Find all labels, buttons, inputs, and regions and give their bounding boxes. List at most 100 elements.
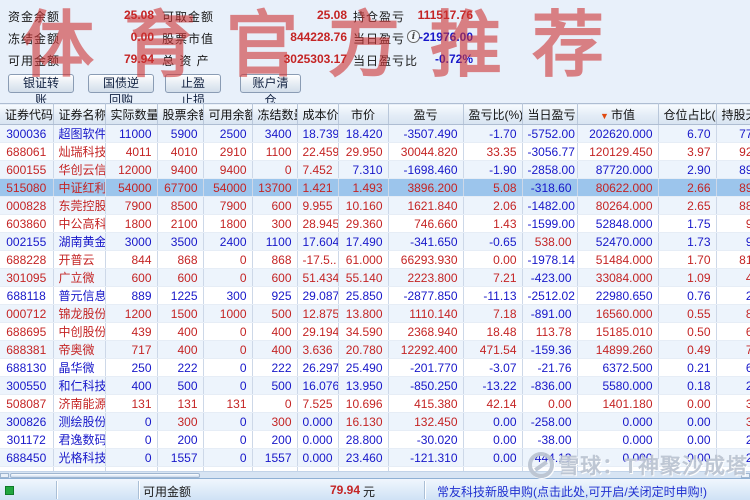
cell-冻结数量: 400 — [252, 340, 298, 359]
cell-实际数量: 600 — [105, 268, 158, 287]
table-row[interactable]: 000712 锦龙股份 1200 1500 1000 500 12.875 13.800 111… — [0, 304, 750, 323]
cell-实际数量: 250 — [105, 358, 158, 377]
cell-盈亏: 66293.930 — [388, 250, 464, 269]
cell-持股天数: 4 — [716, 268, 750, 287]
cell-盈亏比(%): 7.18 — [463, 304, 523, 323]
column-header-3[interactable]: 股票余额 — [157, 103, 204, 125]
horizontal-scrollbar[interactable] — [0, 471, 750, 478]
cell-仓位占比(%): 1.70 — [658, 250, 717, 269]
cell-实际数量: 54000 — [105, 178, 158, 197]
cell-市值: 87720.000 — [577, 160, 659, 179]
cell-盈亏: 132.450 — [388, 412, 464, 431]
cell-市值: 1401.180 — [577, 394, 659, 413]
bank-transfer-button[interactable]: 银证转账 — [8, 74, 74, 107]
column-header-0[interactable]: 证券代码 — [0, 103, 54, 125]
withdrawable-label: 可取金额 — [162, 10, 215, 24]
stop-profit-loss-button[interactable]: 止盈止损 — [165, 74, 221, 107]
repo-button[interactable]: 国债逆回购 — [88, 74, 154, 107]
table-row[interactable]: 603860 中公高科 1800 2100 1800 300 28.945 29.360 746… — [0, 214, 750, 233]
statusbar-available-value: 79.94 — [329, 483, 360, 497]
column-header-4[interactable]: 可用余额 — [203, 103, 253, 125]
cell-盈亏比(%): -0.65 — [463, 232, 523, 251]
table-row[interactable]: 301095 广立微 600 600 0 600 51.434 55.140 2223.800 7… — [0, 268, 750, 287]
column-header-10[interactable]: 当日盈亏 — [522, 103, 578, 125]
cell-证券代码: 508087 — [0, 394, 54, 413]
cell-当日盈亏: -423.00 — [522, 268, 578, 287]
cell-成本价: 16.076 — [297, 376, 339, 395]
table-row[interactable]: 600155 华创云信 12000 9400 9400 0 7.452 7.310 -1698.… — [0, 160, 750, 179]
cell-冻结数量: 3400 — [252, 124, 298, 143]
cell-冻结数量: 1100 — [252, 142, 298, 161]
cell-当日盈亏: -1482.00 — [522, 196, 578, 215]
column-header-5[interactable]: 冻结数量 — [252, 103, 298, 125]
cell-证券名称: 中证红利 — [53, 178, 106, 197]
cell-仓位占比(%): 0.18 — [658, 376, 717, 395]
table-row[interactable]: 688695 中创股份 439 400 0 400 29.194 34.590 2368.940… — [0, 322, 750, 341]
cell-证券代码: 688228 — [0, 250, 54, 269]
cell-证券代码: 300036 — [0, 124, 54, 143]
table-row[interactable]: 688061 灿瑞科技 4011 4010 2910 1100 22.459 29.950 30… — [0, 142, 750, 161]
table-row[interactable]: 300550 和仁科技 400 500 0 500 16.076 13.950 -850.250… — [0, 376, 750, 395]
column-header-1[interactable]: 证券名称 — [53, 103, 106, 125]
column-header-8[interactable]: 盈亏 — [388, 103, 464, 125]
day-pl-value: -21976.00 — [418, 30, 473, 44]
table-row[interactable]: 300036 超图软件 11000 5900 2500 3400 18.739 18.420-… — [0, 124, 750, 143]
cell-市价: 28.800 — [338, 430, 389, 449]
cell-冻结数量: 500 — [252, 376, 298, 395]
available-funds-label: 可用金额 — [8, 54, 61, 68]
column-header-12[interactable]: 仓位占比(%) — [658, 103, 717, 125]
table-row[interactable]: 300826 测绘股份 0 300 0 300 0.000 16.130 132.450 0.00… — [0, 412, 750, 431]
ipo-subscription-message[interactable]: 常友科技新股申购(点击此处,可开启/关闭定时申购!) — [437, 483, 707, 500]
cell-持股天数: 2 — [716, 376, 750, 395]
cell-实际数量: 12000 — [105, 160, 158, 179]
cell-持股天数: 2 — [716, 286, 750, 305]
column-header-2[interactable]: 实际数量 — [105, 103, 158, 125]
column-header-7[interactable]: 市价 — [338, 103, 389, 125]
table-row[interactable]: 688130 晶华微 250 222 0 222 26.297 25.490 -201.770-… — [0, 358, 750, 377]
cell-当日盈亏: -1599.00 — [522, 214, 578, 233]
sort-indicator-icon: ▼ — [600, 110, 609, 121]
table-row[interactable]: 508087 济南能源 131 131 131 0 7.525 10.696 415.380 42… — [0, 394, 750, 413]
cell-成本价: 51.434 — [297, 268, 339, 287]
cell-当日盈亏: -891.00 — [522, 304, 578, 323]
table-row[interactable]: 515080 中证红利 54000 67700 54000 13700 1.421 1.493… — [0, 178, 750, 197]
cell-盈亏: 415.380 — [388, 394, 464, 413]
cell-盈亏比(%): 2.06 — [463, 196, 523, 215]
cell-盈亏: 12292.400 — [388, 340, 464, 359]
cell-市价: 25.850 — [338, 286, 389, 305]
cell-市价: 10.160 — [338, 196, 389, 215]
cell-盈亏: -850.250 — [388, 376, 464, 395]
column-header-13[interactable]: 持股天数 — [716, 103, 750, 125]
cell-当日盈亏: -1978.14 — [522, 250, 578, 269]
table-row[interactable]: 688118 普元信息 889 1225 300 925 29.087 25.850 -2877… — [0, 286, 750, 305]
table-row[interactable]: 301172 君逸数码 0 200 0 200 0.000 28.800 -30.020 0.00… — [0, 430, 750, 449]
cell-证券代码: 300826 — [0, 412, 54, 431]
column-header-6[interactable]: 成本价 — [297, 103, 339, 125]
cell-市价: 29.950 — [338, 142, 389, 161]
cell-成本价: 29.087 — [297, 286, 339, 305]
cell-持股天数: 3 — [716, 412, 750, 431]
table-row[interactable]: 688450 光格科技 0 1557 0 1557 0.000 23.460 -121.310 0… — [0, 448, 750, 467]
cell-实际数量: 717 — [105, 340, 158, 359]
table-row[interactable]: 688228 开普云 844 868 0 868 -17.5.. 61.000 66293.93… — [0, 250, 750, 269]
column-header-9[interactable]: 盈亏比(%) — [463, 103, 523, 125]
table-row[interactable]: 002155 湖南黄金 3000 3500 2400 1100 17.604 17.490 -3… — [0, 232, 750, 251]
clear-account-button[interactable]: 账户清仓 — [240, 74, 301, 107]
table-row[interactable]: 688381 帝奥微 717 400 0 400 3.636 20.780 12292.400 4… — [0, 340, 750, 359]
cell-证券名称: 测绘股份 — [53, 412, 106, 431]
cell-可用余额: 9400 — [203, 160, 253, 179]
cell-盈亏: 746.660 — [388, 214, 464, 233]
column-header-11[interactable]: ▼ 市值 — [577, 103, 659, 125]
cell-可用余额: 0 — [203, 340, 253, 359]
cell-市价: 7.310 — [338, 160, 389, 179]
cell-冻结数量: 300 — [252, 412, 298, 431]
cell-当日盈亏: -258.00 — [522, 412, 578, 431]
table-row[interactable]: 000828 东莞控股 7900 8500 7900 600 9.955 10.160 1621… — [0, 196, 750, 215]
cell-证券名称: 中创股份 — [53, 322, 106, 341]
cell-成本价: 17.604 — [297, 232, 339, 251]
statusbar-divider — [138, 481, 140, 499]
cell-冻结数量: 868 — [252, 250, 298, 269]
cell-证券代码: 688381 — [0, 340, 54, 359]
cell-成本价: 0.000 — [297, 412, 339, 431]
cell-仓位占比(%): 2.65 — [658, 196, 717, 215]
